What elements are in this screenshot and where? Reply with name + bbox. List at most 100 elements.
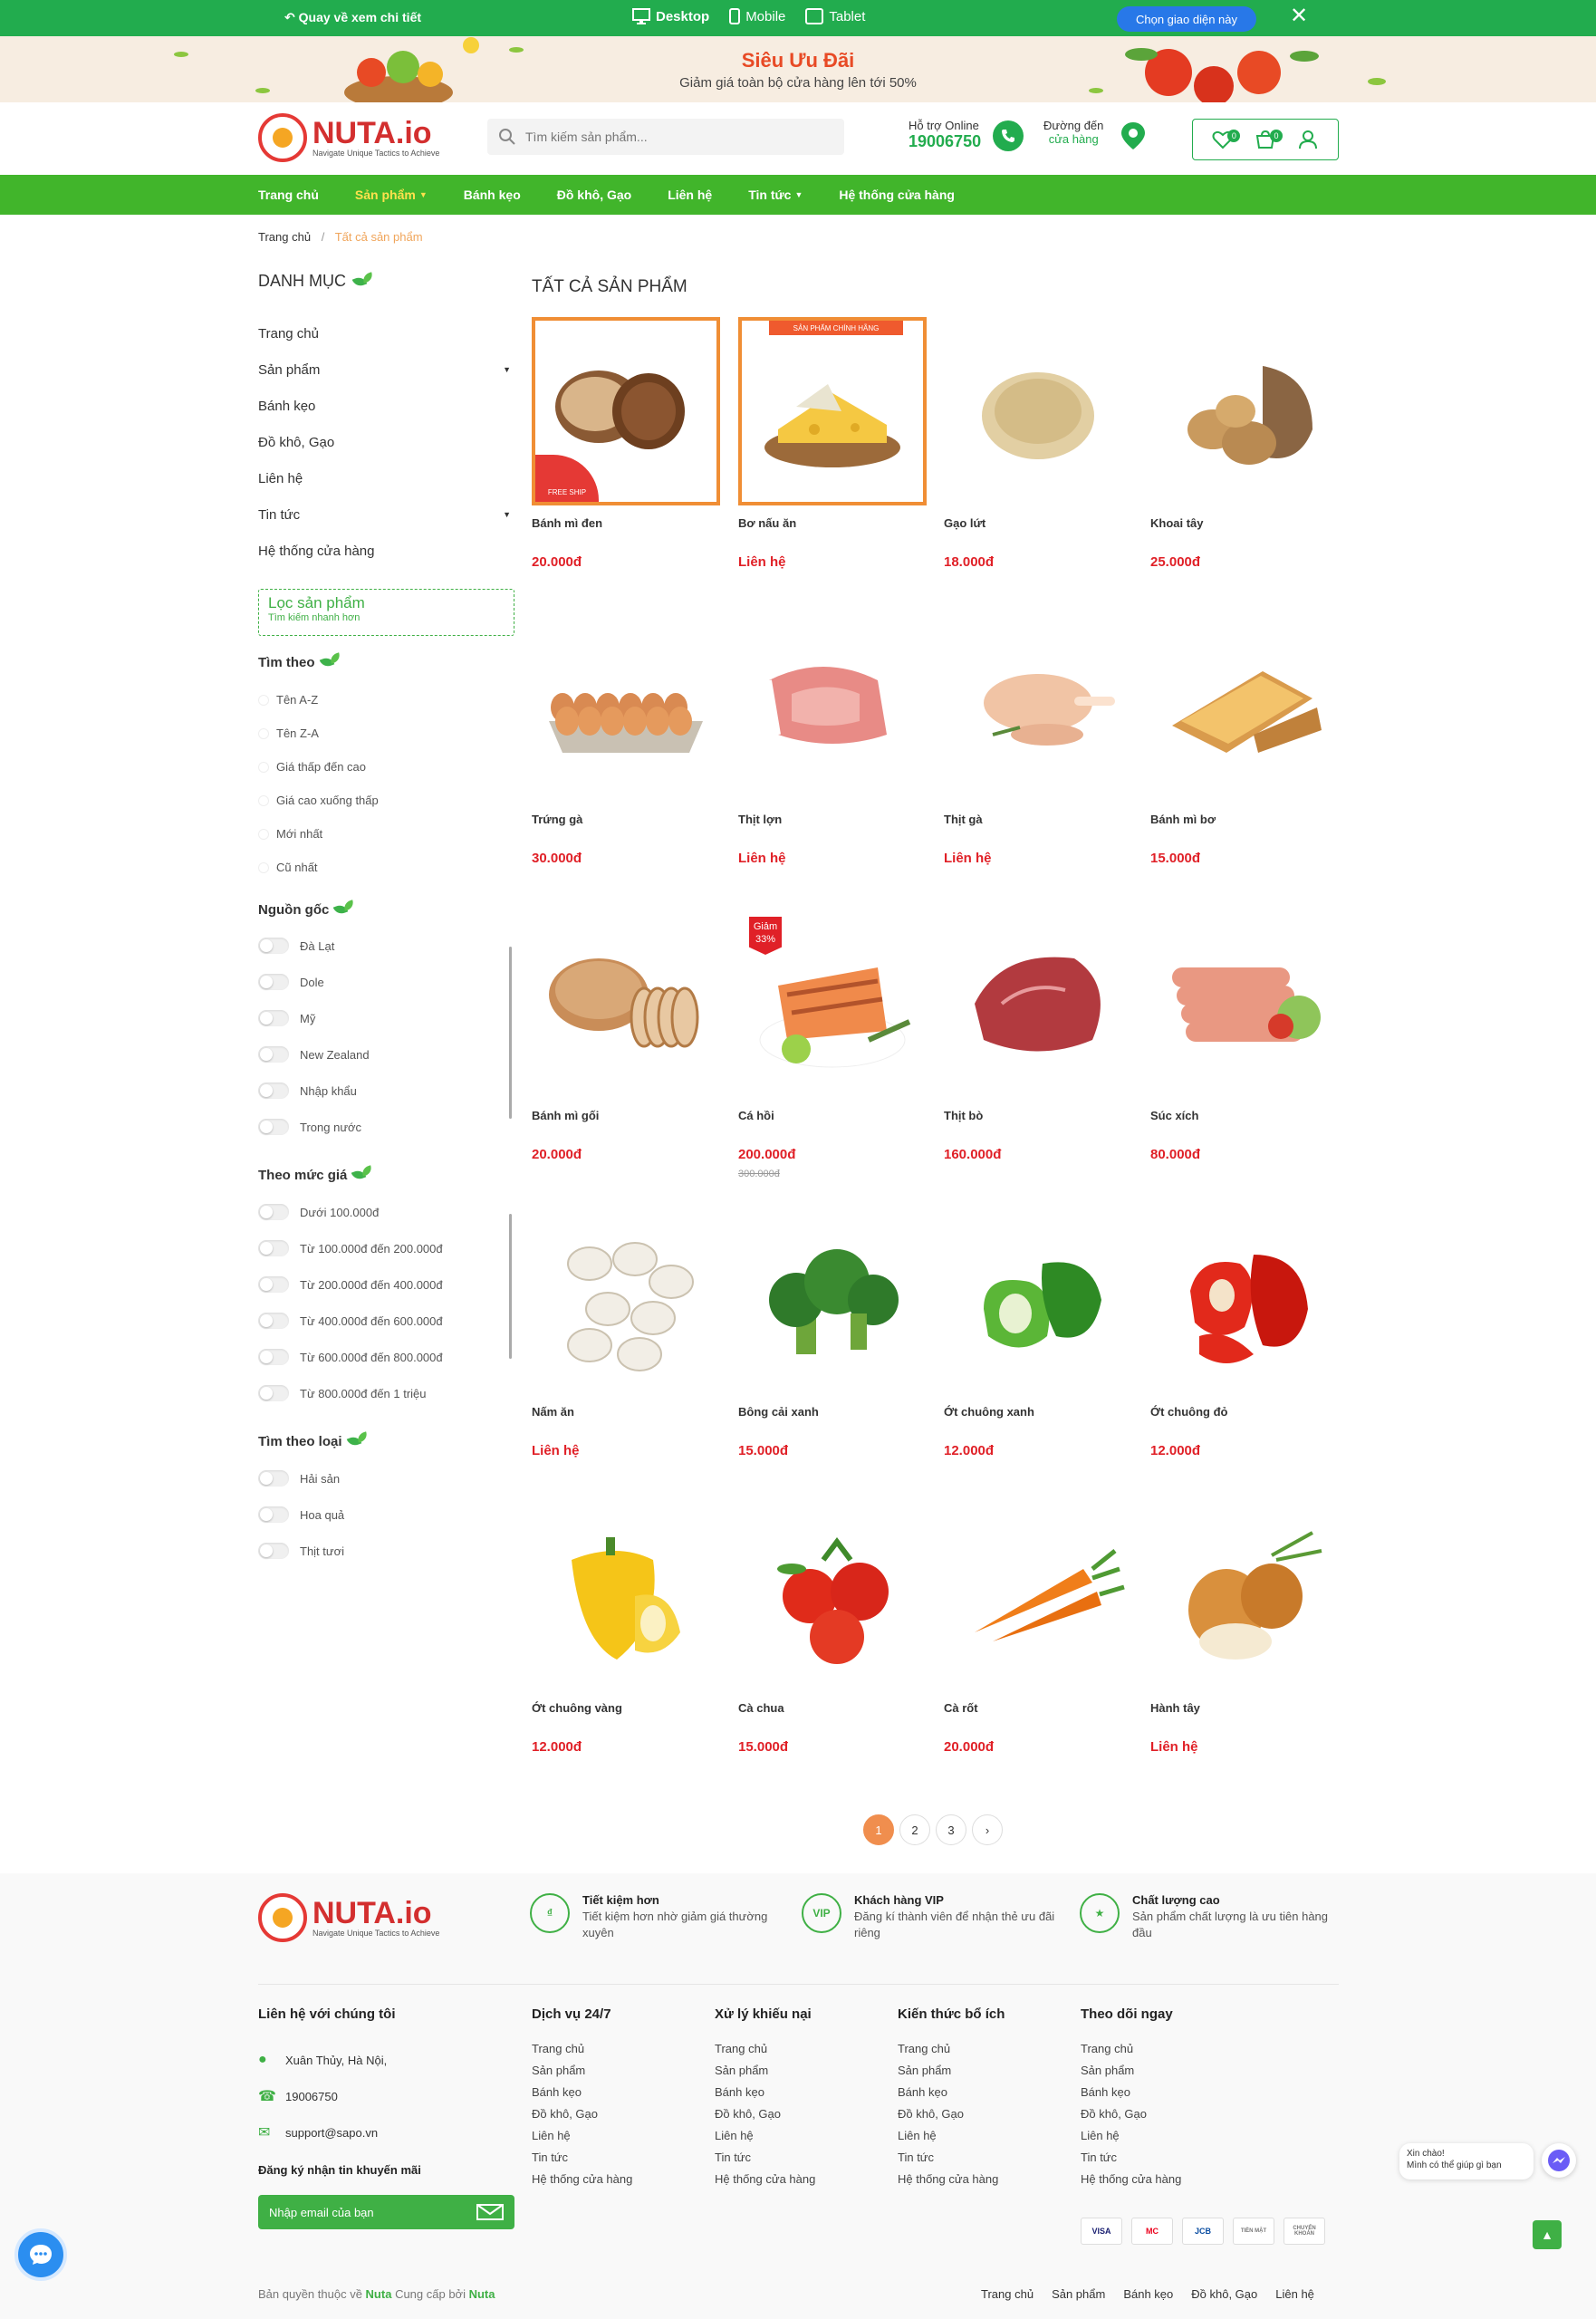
page-button[interactable]: 1 xyxy=(863,1814,894,1845)
product-image[interactable] xyxy=(944,1502,1132,1690)
footer-link[interactable]: Liên hệ xyxy=(1081,2129,1253,2151)
product-name[interactable]: Hành tây xyxy=(1150,1701,1200,1715)
nav-item[interactable]: Bánh kẹo xyxy=(464,188,521,202)
product-name[interactable]: Trứng gà xyxy=(532,813,582,826)
product-image[interactable] xyxy=(1150,317,1339,505)
product-card[interactable]: Gạo lứt 18.000đ xyxy=(944,317,1132,612)
subscribe-email-input[interactable] xyxy=(269,2205,450,2219)
product-name[interactable]: Cà chua xyxy=(738,1701,784,1715)
wishlist-button[interactable]: 0 xyxy=(1209,126,1241,153)
next-page-button[interactable]: › xyxy=(972,1814,1003,1845)
chat-greeting[interactable]: Xin chào! Mình có thể giúp gì bạn xyxy=(1399,2143,1534,2179)
sort-option[interactable]: Cũ nhất xyxy=(258,851,379,884)
copyright-provider[interactable]: Nuta xyxy=(469,2287,495,2301)
footer-link[interactable]: Tin tức xyxy=(898,2151,1070,2172)
category-item[interactable]: Bánh kẹo xyxy=(258,388,514,424)
product-card[interactable]: Bánh mì bơ 15.000đ xyxy=(1150,613,1339,909)
toggle-switch[interactable] xyxy=(258,1506,289,1523)
type-option[interactable]: Hoa quả xyxy=(258,1496,344,1533)
device-desktop[interactable]: Desktop xyxy=(632,8,709,24)
toggle-switch[interactable] xyxy=(258,1204,289,1220)
footer-link[interactable]: Bánh kẹo xyxy=(1081,2085,1253,2107)
back-to-top-button[interactable]: ▲ xyxy=(1533,2220,1562,2249)
toggle-switch[interactable] xyxy=(258,1010,289,1026)
product-card[interactable]: Thịt bò 160.000đ xyxy=(944,909,1132,1205)
product-name[interactable]: Bánh mì đen xyxy=(532,516,602,530)
product-card[interactable]: Thịt lợn Liên hệ xyxy=(738,613,927,909)
origin-scrollbar[interactable] xyxy=(509,947,512,1119)
footer-menu-link[interactable]: Bánh kẹo xyxy=(1123,2287,1173,2301)
toggle-switch[interactable] xyxy=(258,1385,289,1401)
chat-widget-button[interactable] xyxy=(14,2228,67,2281)
footer-link[interactable]: Trang chủ xyxy=(715,2042,887,2064)
choose-theme-button[interactable]: Chọn giao diện này xyxy=(1117,6,1256,32)
sort-option[interactable]: Tên Z-A xyxy=(258,717,379,750)
product-name[interactable]: Ớt chuông vàng xyxy=(532,1701,622,1715)
footer-link[interactable]: Trang chủ xyxy=(898,2042,1070,2064)
origin-option[interactable]: Mỹ xyxy=(258,1000,370,1036)
sort-option[interactable]: Mới nhất xyxy=(258,817,379,851)
price-option[interactable]: Từ 600.000đ đến 800.000đ xyxy=(258,1339,443,1375)
footer-menu-link[interactable]: Trang chủ xyxy=(981,2287,1034,2301)
footer-link[interactable]: Sản phẩm xyxy=(1081,2064,1253,2085)
footer-link[interactable]: Hệ thống cửa hàng xyxy=(715,2172,887,2194)
footer-link[interactable]: Liên hệ xyxy=(715,2129,887,2151)
footer-link[interactable]: Trang chủ xyxy=(532,2042,704,2064)
footer-logo[interactable]: NUTA.io Navigate Unique Tactics to Achie… xyxy=(258,1893,439,1942)
product-card[interactable]: Thịt gà Liên hệ xyxy=(944,613,1132,909)
breadcrumb-home[interactable]: Trang chủ xyxy=(258,230,311,244)
product-name[interactable]: Bơ nấu ăn xyxy=(738,516,796,530)
toggle-switch[interactable] xyxy=(258,1240,289,1256)
product-card[interactable]: Bông cải xanh 15.000đ xyxy=(738,1206,927,1501)
type-option[interactable]: Thịt tươi xyxy=(258,1533,344,1569)
product-image[interactable] xyxy=(1150,613,1339,802)
footer-menu-link[interactable]: Liên hệ xyxy=(1275,2287,1314,2301)
product-name[interactable]: Gạo lứt xyxy=(944,516,985,530)
toggle-switch[interactable] xyxy=(258,1119,289,1135)
product-card[interactable]: FREE SHIP Bánh mì đen 20.000đ xyxy=(532,317,720,612)
price-option[interactable]: Dưới 100.000đ xyxy=(258,1194,443,1230)
contact-email[interactable]: ✉ support@sapo.vn xyxy=(258,2114,514,2151)
product-image[interactable] xyxy=(1150,909,1339,1098)
footer-link[interactable]: Trang chủ xyxy=(1081,2042,1253,2064)
footer-menu-link[interactable]: Sản phẩm xyxy=(1052,2287,1105,2301)
footer-link[interactable]: Đồ khô, Gạo xyxy=(898,2107,1070,2129)
messenger-button[interactable] xyxy=(1542,2143,1576,2178)
footer-link[interactable]: Tin tức xyxy=(532,2151,704,2172)
product-card[interactable]: Ớt chuông vàng 12.000đ xyxy=(532,1502,720,1797)
footer-link[interactable]: Bánh kẹo xyxy=(898,2085,1070,2107)
caret-down-icon[interactable]: ▼ xyxy=(503,365,511,374)
cart-button[interactable]: 0 xyxy=(1252,126,1283,153)
price-option[interactable]: Từ 400.000đ đến 600.000đ xyxy=(258,1303,443,1339)
price-option[interactable]: Từ 800.000đ đến 1 triệu xyxy=(258,1375,443,1411)
toggle-switch[interactable] xyxy=(258,938,289,954)
product-card[interactable]: Khoai tây 25.000đ xyxy=(1150,317,1339,612)
product-card[interactable]: Trứng gà 30.000đ xyxy=(532,613,720,909)
product-name[interactable]: Nấm ăn xyxy=(532,1405,574,1419)
page-button[interactable]: 2 xyxy=(899,1814,930,1845)
footer-link[interactable]: Tin tức xyxy=(715,2151,887,2172)
account-button[interactable] xyxy=(1294,126,1322,153)
toggle-switch[interactable] xyxy=(258,1543,289,1559)
product-card[interactable]: Giảm 33% Cá hồi 200.000đ 300.000đ xyxy=(738,909,927,1205)
product-card[interactable]: Bánh mì gối 20.000đ xyxy=(532,909,720,1205)
category-item[interactable]: Hệ thống cửa hàng xyxy=(258,533,514,569)
product-card[interactable]: Nấm ăn Liên hệ xyxy=(532,1206,720,1501)
product-card[interactable]: Cà rốt 20.000đ xyxy=(944,1502,1132,1797)
origin-option[interactable]: Trong nước xyxy=(258,1109,370,1145)
product-image[interactable] xyxy=(1150,1206,1339,1394)
contact-phone[interactable]: ☎ 19006750 xyxy=(258,2078,514,2114)
category-item[interactable]: Sản phẩm ▼ xyxy=(258,351,514,388)
nav-item[interactable]: Liên hệ xyxy=(668,188,712,202)
toggle-switch[interactable] xyxy=(258,1276,289,1293)
hotline[interactable]: Hỗ trợ Online 19006750 xyxy=(909,119,981,151)
product-image[interactable]: FREE SHIP xyxy=(532,317,720,505)
toggle-switch[interactable] xyxy=(258,974,289,990)
product-image[interactable] xyxy=(944,613,1132,802)
product-name[interactable]: Súc xích xyxy=(1150,1109,1198,1122)
footer-link[interactable]: Sản phẩm xyxy=(715,2064,887,2085)
product-name[interactable]: Khoai tây xyxy=(1150,516,1204,530)
product-card[interactable]: Hành tây Liên hệ xyxy=(1150,1502,1339,1797)
product-name[interactable]: Bánh mì gối xyxy=(532,1109,599,1122)
category-item[interactable]: Liên hệ xyxy=(258,460,514,496)
